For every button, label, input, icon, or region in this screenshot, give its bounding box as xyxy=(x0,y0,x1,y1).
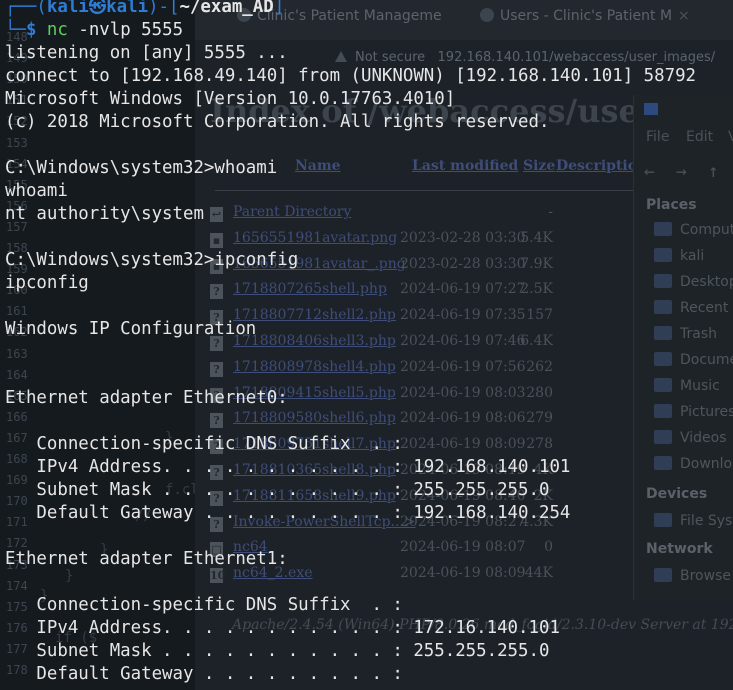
terminal-line: Default Gateway . . . . . . . . . : 192.… xyxy=(5,503,571,523)
terminal-line: Default Gateway . . . . . . . . . : xyxy=(5,664,403,684)
prompt-mid: )-[ xyxy=(148,0,180,17)
terminal-line: Subnet Mask . . . . . . . . . . . : 255.… xyxy=(5,480,550,500)
terminal-line: Connection-specific DNS Suffix . : xyxy=(5,434,403,454)
prompt-line2-prefix: └─ xyxy=(5,20,26,40)
terminal-line: Windows IP Configuration xyxy=(5,319,257,339)
terminal-line: C:\Windows\system32>ipconfig xyxy=(5,250,299,270)
terminal-line: Ethernet adapter Ethernet1: xyxy=(5,549,288,569)
prompt-prefix: ┌──( xyxy=(5,0,47,17)
command-name: nc xyxy=(46,20,68,40)
prompt-suffix: ] xyxy=(273,0,285,17)
prompt-line-1: ┌──(kali㉿kali)-[~/exam_AD] xyxy=(5,0,284,19)
terminal-line: listening on [any] 5555 ... xyxy=(5,43,288,63)
terminal-line: nt authority\system xyxy=(5,204,204,224)
terminal-line: Connection-specific DNS Suffix . : xyxy=(5,595,403,615)
prompt-path: ~/exam_AD xyxy=(179,0,274,17)
terminal-line: whoami xyxy=(5,181,68,201)
terminal-line: connect to [192.168.49.140] from (UNKNOW… xyxy=(5,66,697,86)
prompt-host: kali㉿kali xyxy=(46,0,149,17)
terminal-line: IPv4 Address. . . . . . . . . . . : 172.… xyxy=(5,618,560,638)
prompt-dollar: $ xyxy=(25,20,37,40)
terminal-line: C:\Windows\system32>whoami xyxy=(5,158,278,178)
terminal-line: Subnet Mask . . . . . . . . . . . : 255.… xyxy=(5,641,550,661)
terminal-line: (c) 2018 Microsoft Corporation. All righ… xyxy=(5,112,550,132)
prompt-line-2: └─$ nc -nvlp 5555 xyxy=(5,19,183,42)
terminal-line: ipconfig xyxy=(5,273,89,293)
terminal-line: Microsoft Windows [Version 10.0.17763.40… xyxy=(5,89,456,109)
command-args: -nvlp 5555 xyxy=(67,20,184,40)
terminal-line: Ethernet adapter Ethernet0: xyxy=(5,388,288,408)
terminal-output[interactable]: ┌──(kali㉿kali)-[~/exam_AD] └─$ nc -nvlp … xyxy=(0,0,733,690)
terminal-line: IPv4 Address. . . . . . . . . . . : 192.… xyxy=(5,457,571,477)
